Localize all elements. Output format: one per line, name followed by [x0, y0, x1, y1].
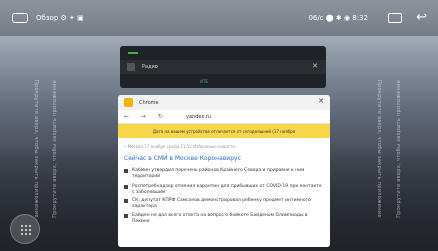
grid-dots-icon: [20, 224, 32, 236]
home-icon[interactable]: [12, 13, 28, 23]
chrome-app-icon: [124, 98, 133, 107]
news-item-text: Кабмин утвердил перечень районов Крайнег…: [132, 168, 305, 179]
status-title-text: Обзор: [36, 14, 59, 22]
recent-apps-icon[interactable]: [388, 13, 402, 23]
swipe-hint-right-1: Прокрутите вверх, чтобы закрыть приложен…: [376, 80, 382, 218]
news-feed: • Москва 17 ноября среда 11:52 Избранные…: [118, 138, 330, 247]
recent-card-radio[interactable]: Радио ✕ ИТБ: [120, 46, 326, 88]
status-bar: Обзор ⚙ ✦ ▣ 06/с ⬤ ✱ ◉ 8:32 ↩: [0, 0, 438, 36]
browser-url-bar[interactable]: ← → ↻ yandex.ru: [118, 110, 330, 124]
app-drawer-button[interactable]: [10, 214, 40, 244]
recent-card-header: Радио ✕: [120, 60, 326, 74]
swipe-hint-right-2: Прокрутите вверх, чтобы закрыть приложен…: [396, 80, 402, 218]
status-right-info: 06/с ⬤ ✱ ◉ 8:32: [308, 14, 368, 22]
recent-card-chrome[interactable]: Chrome ✕ ← → ↻ yandex.ru Дата на вашем у…: [118, 95, 330, 247]
back-arrow-icon[interactable]: ↩: [416, 10, 427, 25]
news-bullet-icon: [124, 169, 128, 173]
news-bullet-icon: [124, 199, 128, 203]
news-item-text: Байден не дал всего ответа на вопрос о б…: [132, 213, 308, 224]
recent-card-app-name: Радио: [142, 64, 158, 70]
news-item-text: Роспотребнадзор отменил карантин для при…: [132, 184, 322, 195]
recent-card-footer-text: ИТБ: [200, 79, 209, 84]
close-icon[interactable]: ✕: [318, 97, 324, 105]
status-title: Обзор ⚙ ✦ ▣: [36, 14, 84, 22]
news-bullet-icon: [124, 185, 128, 189]
status-notification-icons: ⚙ ✦ ▣: [60, 14, 84, 22]
date-warning-banner: Дата на вашем устройстве отличается от с…: [118, 124, 330, 138]
recent-card-app-name: Chrome: [139, 100, 159, 106]
card-accent: [128, 52, 138, 54]
browser-url[interactable]: yandex.ru: [186, 114, 211, 120]
browser-nav-icons[interactable]: ← → ↻: [124, 113, 168, 120]
swipe-hint-left-1: Прокрутите вверх, чтобы закрыть приложен…: [33, 80, 39, 218]
radio-app-icon: [127, 63, 135, 71]
feed-headline[interactable]: Сейчас в СМИ в Москве Коронавирус: [124, 155, 241, 162]
feed-meta: • Москва 17 ноября среда 11:52 Избранные…: [124, 144, 235, 149]
news-item-text: СК: депутат КПРФ Самсонов демонстрировал…: [132, 198, 311, 209]
news-bullet-icon: [124, 214, 128, 218]
swipe-hint-left-2: Прокрутите вверх, чтобы закрыть приложен…: [52, 80, 58, 218]
close-icon[interactable]: ✕: [312, 62, 318, 70]
recent-card-header: Chrome ✕: [118, 95, 330, 110]
